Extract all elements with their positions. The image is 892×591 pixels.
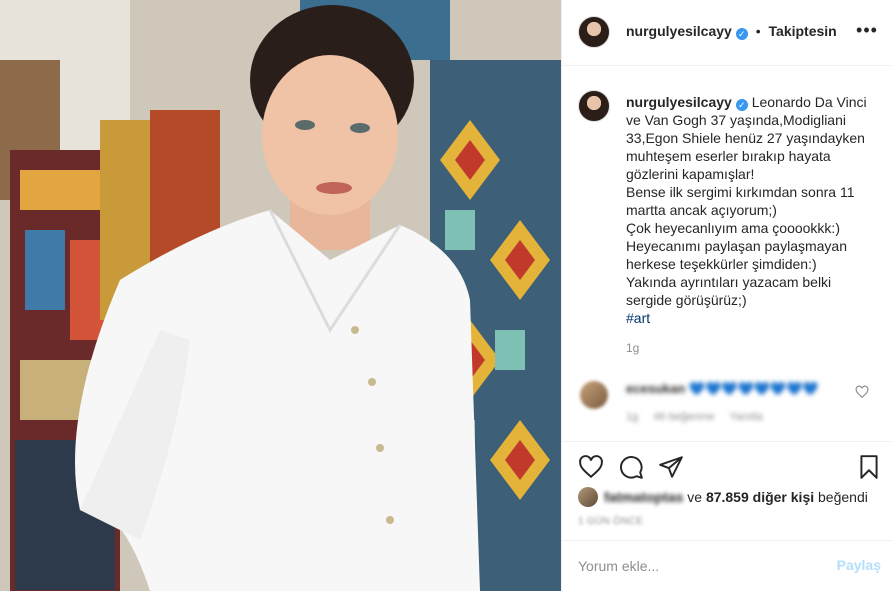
commenter-avatar[interactable] [580,381,608,409]
comment-input[interactable] [578,555,818,577]
caption-line: nurgulyesilcayy ✓ Leonardo Da Vinci [626,93,876,111]
caption-username[interactable]: nurgulyesilcayy [626,94,732,110]
likes-summary: fatmatoptas ve 87.859 diğer kişi beğendi [578,487,868,507]
caption-line: herkese teşekkürler şimdiden:) [626,256,817,272]
action-bar [562,441,892,491]
liker-avatar[interactable] [578,487,598,507]
caption-timestamp[interactable]: 1g [626,341,639,355]
caption-line: Yakında ayrıntıları yazacam belki [626,274,832,290]
commenter-username[interactable]: ecesukan [626,381,685,396]
post-photo[interactable] [0,0,561,591]
post-comment-button[interactable]: Paylaş [837,557,881,573]
comment-text: ecesukan 💙💙💙💙💙💙💙💙 [626,381,818,397]
liker-username[interactable]: fatmatoptas [604,489,683,505]
comment-box: Paylaş [562,540,892,591]
comment-icon[interactable] [618,454,644,480]
caption-line: sergide görüşürüz;) [626,292,747,308]
caption-line: muhteşem eserler bırakıp hayata [626,148,831,164]
caption-author-avatar[interactable] [578,90,610,122]
caption-line: 33,Egon Shiele henüz 27 yaşındayken [626,130,865,146]
heart-icon[interactable] [578,454,604,480]
caption-line: Heyecanımı paylaşan paylaşmayan [626,238,848,254]
verified-badge-icon: ✓ [735,28,748,40]
likes-suffix: beğendi [818,489,868,505]
comment-item: ecesukan 💙💙💙💙💙💙💙💙 1g 46 beğenme Yanıtla [562,371,892,441]
follow-status-button[interactable]: Takiptesin [769,23,837,39]
more-horizontal-icon[interactable]: ••• [855,20,879,44]
verified-badge-icon: ✓ [735,99,748,111]
post-side-panel: nurgulyesilcayy ✓ • Takiptesin ••• nurgul… [561,0,892,591]
comment-reply-button[interactable]: Yanıtla [729,411,762,423]
likes-count-link[interactable]: 87.859 diğer kişi [706,489,814,505]
caption-line: martta ancak açıyorum;) [626,202,777,218]
bookmark-icon[interactable] [856,454,882,480]
photo-illustration [0,0,561,591]
post-header: nurgulyesilcayy ✓ • Takiptesin ••• [562,0,892,66]
author-username[interactable]: nurgulyesilcayy [626,23,732,39]
author-avatar[interactable] [578,16,610,48]
caption-line: gözlerini kapamışlar! [626,166,755,182]
comment-likes[interactable]: 46 beğenme [653,411,714,423]
comment-heart-icon[interactable] [855,385,869,399]
separator-dot: • [755,23,761,39]
hashtag-link[interactable]: #art [626,309,876,327]
author-line: nurgulyesilcayy ✓ • Takiptesin [626,23,837,40]
caption-line: Çok heyecanlıyım ama çooookkk:) [626,220,840,236]
caption-line-text: Leonardo Da Vinci [751,94,867,110]
comment-meta: 1g 46 beğenme Yanıtla [626,411,775,423]
likes-connector: ve [687,489,703,505]
caption-text: nurgulyesilcayy ✓ Leonardo Da Vinci ve Va… [626,93,876,327]
comment-timestamp[interactable]: 1g [626,411,638,423]
caption-area: nurgulyesilcayy ✓ Leonardo Da Vinci ve Va… [562,66,892,371]
comment-body: 💙💙💙💙💙💙💙💙 [688,381,819,396]
caption-line: ve Van Gogh 37 yaşında,Modigliani [626,112,846,128]
post-date[interactable]: 1 gün önce [578,516,643,527]
caption-line: Bense ilk sergimi kırkımdan sonra 11 [626,184,855,200]
share-icon[interactable] [658,454,684,480]
